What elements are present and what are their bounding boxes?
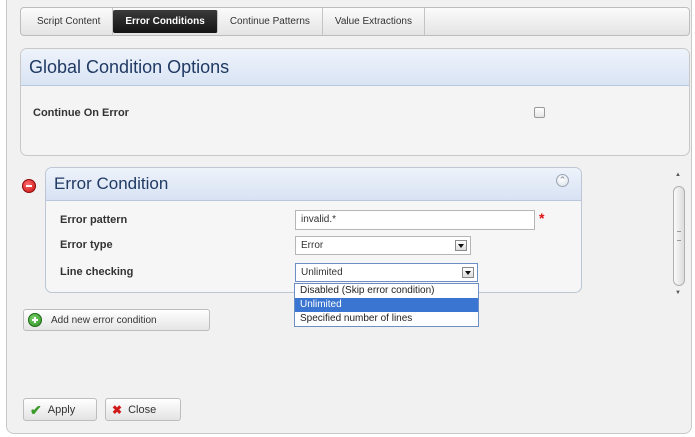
- error-type-label: Error type: [60, 239, 113, 251]
- add-error-condition-button[interactable]: Add new error condition: [23, 309, 210, 331]
- line-checking-label: Line checking: [60, 266, 134, 278]
- continue-on-error-label: Continue On Error: [33, 107, 129, 119]
- collapse-icon[interactable]: ⌃: [556, 174, 569, 187]
- required-mark: *: [539, 210, 545, 226]
- continue-on-error-row: Continue On Error: [21, 101, 689, 125]
- option-specified-lines[interactable]: Specified number of lines: [295, 312, 478, 326]
- error-condition-title: Error Condition: [54, 174, 169, 193]
- line-checking-select[interactable]: Unlimited: [295, 263, 478, 282]
- close-label: Close: [128, 403, 157, 416]
- close-button[interactable]: ✖ Close: [105, 398, 181, 421]
- vertical-scrollbar[interactable]: ▲ ▼: [672, 172, 686, 300]
- global-condition-title: Global Condition Options: [21, 49, 689, 86]
- error-type-value: Error: [301, 240, 324, 251]
- option-disabled[interactable]: Disabled (Skip error condition): [295, 284, 478, 298]
- line-checking-dropdown: Disabled (Skip error condition) Unlimite…: [294, 283, 479, 327]
- add-circle-icon: [28, 313, 42, 327]
- scroll-thumb[interactable]: [673, 186, 685, 286]
- error-pattern-label: Error pattern: [60, 214, 128, 226]
- chevron-down-icon[interactable]: [462, 267, 474, 278]
- add-error-condition-label: Add new error condition: [51, 314, 157, 326]
- remove-condition-icon[interactable]: [22, 179, 36, 193]
- line-checking-value: Unlimited: [301, 267, 343, 278]
- scroll-up-icon[interactable]: ▲: [675, 172, 681, 178]
- check-icon: ✔: [30, 401, 42, 418]
- error-type-select[interactable]: Error: [295, 236, 471, 255]
- apply-button[interactable]: ✔ Apply: [23, 398, 97, 421]
- scroll-down-icon[interactable]: ▼: [675, 290, 681, 296]
- continue-on-error-checkbox[interactable]: [534, 107, 545, 118]
- apply-label: Apply: [47, 403, 76, 416]
- tab-script-content[interactable]: Script Content: [25, 8, 114, 35]
- x-icon: ✖: [112, 402, 123, 417]
- error-condition-header: Error Condition ⌃: [46, 168, 581, 201]
- error-condition-panel: Error Condition ⌃ Error pattern invalid.…: [45, 167, 582, 293]
- tab-bar: Script Content Error Conditions Continue…: [20, 7, 690, 36]
- error-pattern-input[interactable]: invalid.*: [295, 210, 535, 230]
- tab-continue-patterns[interactable]: Continue Patterns: [218, 8, 323, 35]
- tab-error-conditions[interactable]: Error Conditions: [113, 10, 218, 33]
- global-condition-panel: Global Condition Options Continue On Err…: [20, 48, 690, 156]
- option-unlimited[interactable]: Unlimited: [295, 298, 478, 312]
- chevron-down-icon[interactable]: [455, 240, 467, 251]
- tab-value-extractions[interactable]: Value Extractions: [323, 8, 425, 35]
